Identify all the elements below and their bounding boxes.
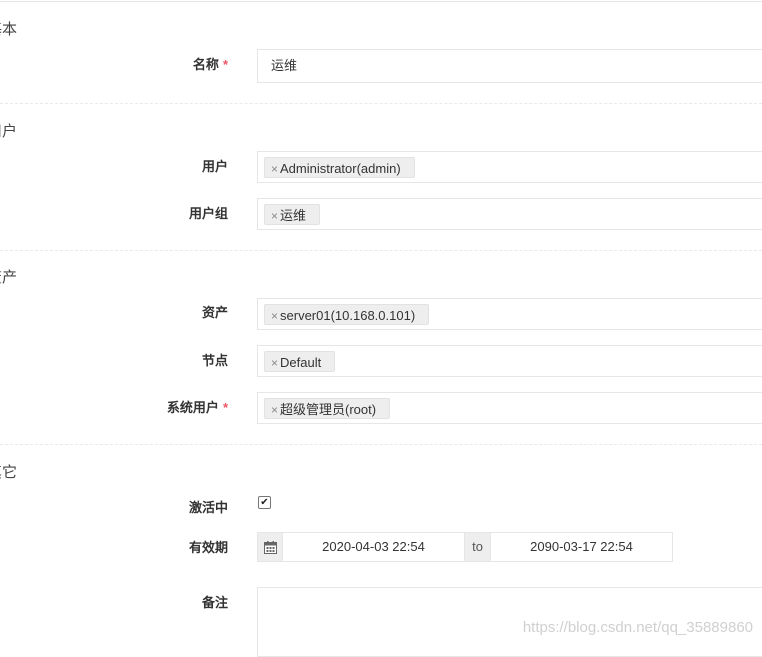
system-user-tag[interactable]: × 超级管理员(root): [264, 398, 391, 419]
assets-select[interactable]: × server01(10.168.0.101): [257, 298, 762, 330]
asset-tag[interactable]: × server01(10.168.0.101): [264, 304, 430, 325]
users-select[interactable]: × Administrator(admin): [257, 151, 762, 183]
name-label: 名称 *: [192, 57, 228, 72]
watermark: https://blog.csdn.net/qq_35889860: [522, 619, 753, 636]
section-title-other: 其它: [0, 464, 18, 481]
remove-tag-icon[interactable]: ×: [271, 356, 278, 370]
node-tag[interactable]: × Default: [264, 351, 336, 372]
validity-date-range[interactable]: 2020-04-03 22:54 to 2090-03-17 22:54: [257, 532, 673, 562]
section-title-basic: 基本: [0, 21, 18, 38]
system-users-select[interactable]: × 超级管理员(root): [257, 392, 762, 424]
user-groups-select[interactable]: × 运维: [257, 198, 762, 230]
remove-tag-icon[interactable]: ×: [271, 209, 278, 223]
section-divider: [0, 444, 762, 445]
remove-tag-icon[interactable]: ×: [271, 309, 278, 323]
validity-end-input[interactable]: 2090-03-17 22:54: [491, 533, 672, 561]
date-range-separator: to: [464, 533, 491, 561]
calendar-icon[interactable]: [258, 533, 283, 561]
comment-label: 备注: [201, 595, 228, 610]
required-mark: *: [222, 57, 228, 72]
remove-tag-icon[interactable]: ×: [271, 162, 278, 176]
validity-label: 有效期: [188, 540, 228, 555]
top-border: [0, 1, 762, 2]
system-users-label: 系统用户 *: [166, 400, 228, 415]
nodes-select[interactable]: × Default: [257, 345, 762, 377]
assets-label: 资产: [201, 305, 228, 320]
active-checkbox[interactable]: ✔: [258, 496, 271, 509]
section-title-user: 用户: [0, 123, 18, 140]
user-groups-label: 用户组: [188, 206, 228, 221]
validity-start-input[interactable]: 2020-04-03 22:54: [283, 533, 464, 561]
remove-tag-icon[interactable]: ×: [271, 403, 278, 417]
section-divider: [0, 250, 762, 251]
users-label: 用户: [201, 159, 228, 174]
name-input[interactable]: 运维: [257, 49, 762, 83]
section-title-asset: 资产: [0, 269, 18, 286]
active-label: 激活中: [188, 500, 228, 515]
nodes-label: 节点: [201, 353, 228, 368]
user-group-tag[interactable]: × 运维: [264, 204, 321, 225]
section-divider: [0, 103, 762, 104]
required-mark: *: [222, 400, 228, 415]
user-tag[interactable]: × Administrator(admin): [264, 157, 415, 178]
